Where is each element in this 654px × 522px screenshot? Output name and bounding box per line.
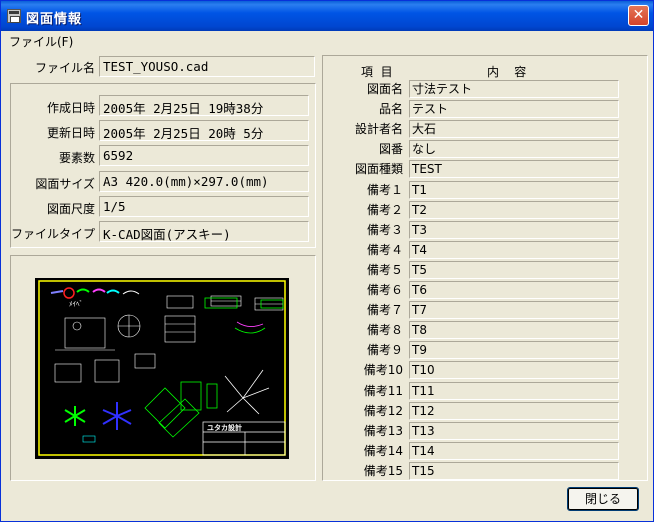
elements-field: 6592 — [99, 145, 309, 166]
prop-value: T10 — [409, 361, 619, 379]
close-button[interactable]: 閉じる — [567, 487, 639, 511]
prop-label: 備考９ — [366, 343, 403, 357]
scale-label: 図面尺度 — [46, 202, 95, 216]
prop-label: 備考１ — [366, 183, 403, 197]
prop-value: T13 — [409, 422, 619, 440]
close-window-button[interactable]: ✕ — [628, 5, 649, 26]
prop-value: 大石 — [409, 120, 619, 138]
elements-label: 要素数 — [58, 151, 95, 165]
prop-value: T4 — [409, 241, 619, 259]
prop-label: 備考13 — [363, 424, 403, 438]
filename-label: ファイル名 — [34, 61, 95, 75]
drawing-thumbnail: ﾒｲﾍﾞ ユタカ設計 — [38, 280, 286, 456]
title-bar[interactable]: 図面情報 ✕ — [1, 1, 653, 31]
prop-label: 備考５ — [366, 263, 403, 277]
prop-value: なし — [409, 140, 619, 158]
prop-value: T8 — [409, 321, 619, 339]
drawing-preview: ﾒｲﾍﾞ ユタカ設計 — [35, 278, 289, 459]
prop-label: 図面名 — [366, 82, 403, 96]
prop-value: T3 — [409, 221, 619, 239]
preview-logo-text: ユタカ設計 — [207, 423, 242, 432]
app-icon — [7, 9, 21, 23]
prop-value: TEST — [409, 160, 619, 178]
close-icon: ✕ — [632, 7, 645, 23]
prop-value: テスト — [409, 100, 619, 118]
svg-text:ﾒｲﾍﾞ: ﾒｲﾍﾞ — [69, 300, 83, 308]
header-content: 内 容 — [487, 65, 527, 79]
menu-file[interactable]: ファイル(F) — [9, 33, 73, 50]
prop-label: 備考６ — [366, 283, 403, 297]
prop-value: T15 — [409, 462, 619, 480]
prop-label: 品名 — [378, 102, 403, 116]
prop-value: T2 — [409, 201, 619, 219]
created-label: 作成日時 — [46, 101, 95, 115]
updated-label: 更新日時 — [46, 126, 95, 140]
prop-label: 備考14 — [363, 444, 403, 458]
prop-value: T14 — [409, 442, 619, 460]
window-title: 図面情報 — [26, 12, 83, 27]
prop-value: 寸法テスト — [409, 80, 619, 98]
prop-label: 設計者名 — [354, 122, 403, 136]
prop-label: 備考15 — [363, 464, 403, 478]
prop-label: 図番 — [378, 142, 403, 156]
prop-label: 備考11 — [363, 384, 403, 398]
created-field: 2005年 2月25日 19時38分 — [99, 95, 309, 116]
prop-value: T11 — [409, 382, 619, 400]
type-label: ファイルタイプ — [10, 227, 95, 241]
prop-label: 備考12 — [363, 404, 403, 418]
filename-field: TEST_YOUSO.cad — [99, 56, 315, 77]
updated-field: 2005年 2月25日 20時 5分 — [99, 120, 309, 141]
prop-label: 備考２ — [366, 203, 403, 217]
prop-value: T9 — [409, 341, 619, 359]
size-label: 図面サイズ — [35, 177, 95, 191]
prop-value: T12 — [409, 402, 619, 420]
dialog-window: 図面情報 ✕ ファイル(F) ファイル名 TEST_YOUSO.cad 作成日時… — [0, 0, 654, 522]
size-field: A3 420.0(mm)×297.0(mm) — [99, 171, 309, 192]
prop-label: 備考４ — [366, 243, 403, 257]
prop-value: T7 — [409, 301, 619, 319]
menu-bar: ファイル(F) — [1, 31, 653, 49]
prop-value: T5 — [409, 261, 619, 279]
prop-label: 備考10 — [363, 363, 403, 377]
scale-field: 1/5 — [99, 196, 309, 217]
prop-label: 図面種類 — [354, 162, 403, 176]
prop-label: 備考７ — [366, 303, 403, 317]
prop-value: T6 — [409, 281, 619, 299]
type-field: K-CAD図面(アスキー) — [99, 221, 309, 242]
prop-label: 備考８ — [366, 323, 403, 337]
prop-label: 備考３ — [366, 223, 403, 237]
header-item: 項 目 — [361, 65, 393, 79]
prop-value: T1 — [409, 181, 619, 199]
